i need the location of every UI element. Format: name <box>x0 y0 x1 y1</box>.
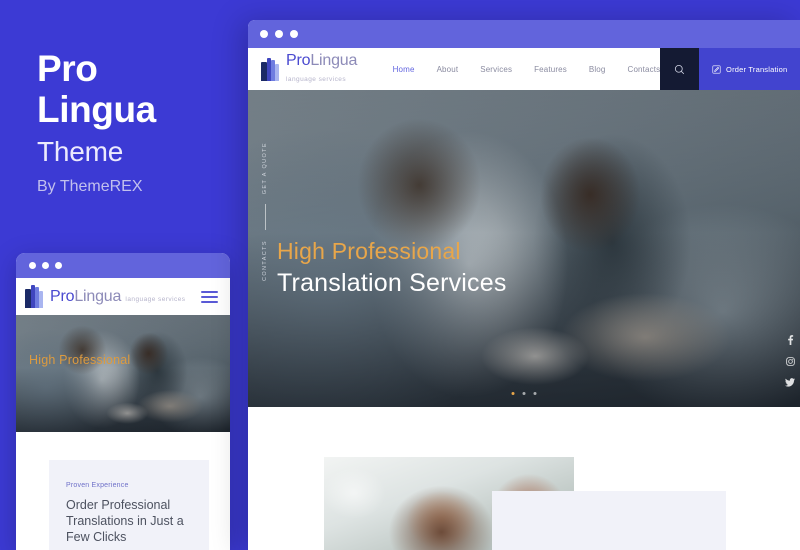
edit-pencil-icon <box>712 64 721 74</box>
nav-item-services[interactable]: Services <box>480 65 512 74</box>
hero-title-line1: High Professional <box>277 238 461 264</box>
window-dot-minimize[interactable] <box>42 262 49 269</box>
desktop-content-section: Proven Experience <box>248 407 800 550</box>
mobile-card-kicker: Proven Experience <box>66 482 129 489</box>
book-logo-icon <box>261 57 280 81</box>
twitter-icon[interactable] <box>785 378 795 387</box>
desktop-logo-tagline: language services <box>286 76 347 83</box>
nav-item-blog[interactable]: Blog <box>589 65 606 74</box>
hero-slider-dots <box>511 392 537 395</box>
window-dot-minimize[interactable] <box>275 30 283 38</box>
hero-slider-dot-2[interactable] <box>522 392 526 395</box>
window-dot-close[interactable] <box>29 262 36 269</box>
mobile-feature-card: Proven Experience Order Professional Tra… <box>49 460 209 550</box>
window-dot-maximize[interactable] <box>55 262 62 269</box>
mobile-navbar: ProLingua language services <box>16 278 230 315</box>
mobile-logo-name-pro: Pro <box>50 287 75 305</box>
promo-title-line2: Lingua <box>37 89 156 130</box>
order-translation-label: Order Translation <box>726 64 788 74</box>
instagram-icon[interactable] <box>785 357 795 366</box>
promo-subtitle: Theme <box>37 136 124 167</box>
search-icon <box>675 64 685 74</box>
nav-item-about[interactable]: About <box>437 65 459 74</box>
promo-title: Pro Lingua <box>37 48 156 130</box>
hero-rail-divider <box>264 204 266 231</box>
screenshot-stage: Pro Lingua Theme By ThemeREX ProLingua l… <box>0 0 800 550</box>
hero-social-links <box>785 335 795 387</box>
mobile-logo-text: ProLingua language services <box>50 287 186 305</box>
desktop-hero: GET A QUOTE CONTACTS High Professional T… <box>248 90 800 407</box>
desktop-browser-chrome <box>248 20 800 48</box>
hero-vertical-rail: GET A QUOTE CONTACTS <box>252 142 278 392</box>
book-logo-icon <box>25 285 44 308</box>
mobile-spacer <box>16 432 230 460</box>
mobile-card-title: Order Professional Translations in Just … <box>66 498 184 544</box>
mobile-logo-tagline: language services <box>125 295 186 303</box>
window-dot-maximize[interactable] <box>290 30 298 38</box>
mobile-mockup: ProLingua language services High Profess… <box>16 253 230 550</box>
hero-rail-contacts[interactable]: CONTACTS <box>262 240 268 281</box>
desktop-logo-text: ProLingua language services <box>286 53 389 85</box>
hero-slider-dot-3[interactable] <box>533 392 537 395</box>
promo-panel: Pro Lingua Theme By ThemeREX ProLingua l… <box>0 0 248 550</box>
section-card <box>492 491 726 550</box>
mobile-logo-name-lingua: Lingua <box>74 287 122 305</box>
desktop-mockup: ProLingua language services Home About S… <box>248 20 800 550</box>
desktop-main-menu: Home About Services Features Blog Contac… <box>389 48 661 90</box>
facebook-icon[interactable] <box>787 335 794 345</box>
desktop-logo-name-lingua: Lingua <box>310 52 358 69</box>
search-button[interactable] <box>660 48 700 90</box>
mobile-browser-chrome <box>16 253 230 278</box>
mobile-hero-photo <box>16 315 230 432</box>
window-dot-close[interactable] <box>260 30 268 38</box>
hero-title-line2: Translation Services <box>277 269 507 297</box>
mobile-logo[interactable]: ProLingua language services <box>25 285 185 308</box>
desktop-logo[interactable]: ProLingua language services <box>248 48 389 90</box>
nav-item-home[interactable]: Home <box>393 65 415 74</box>
promo-author: By ThemeREX <box>37 178 143 195</box>
desktop-navbar: ProLingua language services Home About S… <box>248 48 800 90</box>
hero-rail-get-a-quote[interactable]: GET A QUOTE <box>262 142 268 194</box>
hamburger-menu-icon[interactable] <box>201 290 218 303</box>
desktop-logo-name-pro: Pro <box>286 52 311 69</box>
mobile-hero: High Professional <box>16 315 230 432</box>
nav-item-features[interactable]: Features <box>534 65 567 74</box>
nav-item-contacts[interactable]: Contacts <box>628 65 661 74</box>
order-translation-button[interactable]: Order Translation <box>699 48 800 90</box>
mobile-hero-title: High Professional <box>29 353 131 367</box>
hero-slider-dot-1[interactable] <box>511 392 515 395</box>
promo-title-line1: Pro <box>37 48 98 89</box>
